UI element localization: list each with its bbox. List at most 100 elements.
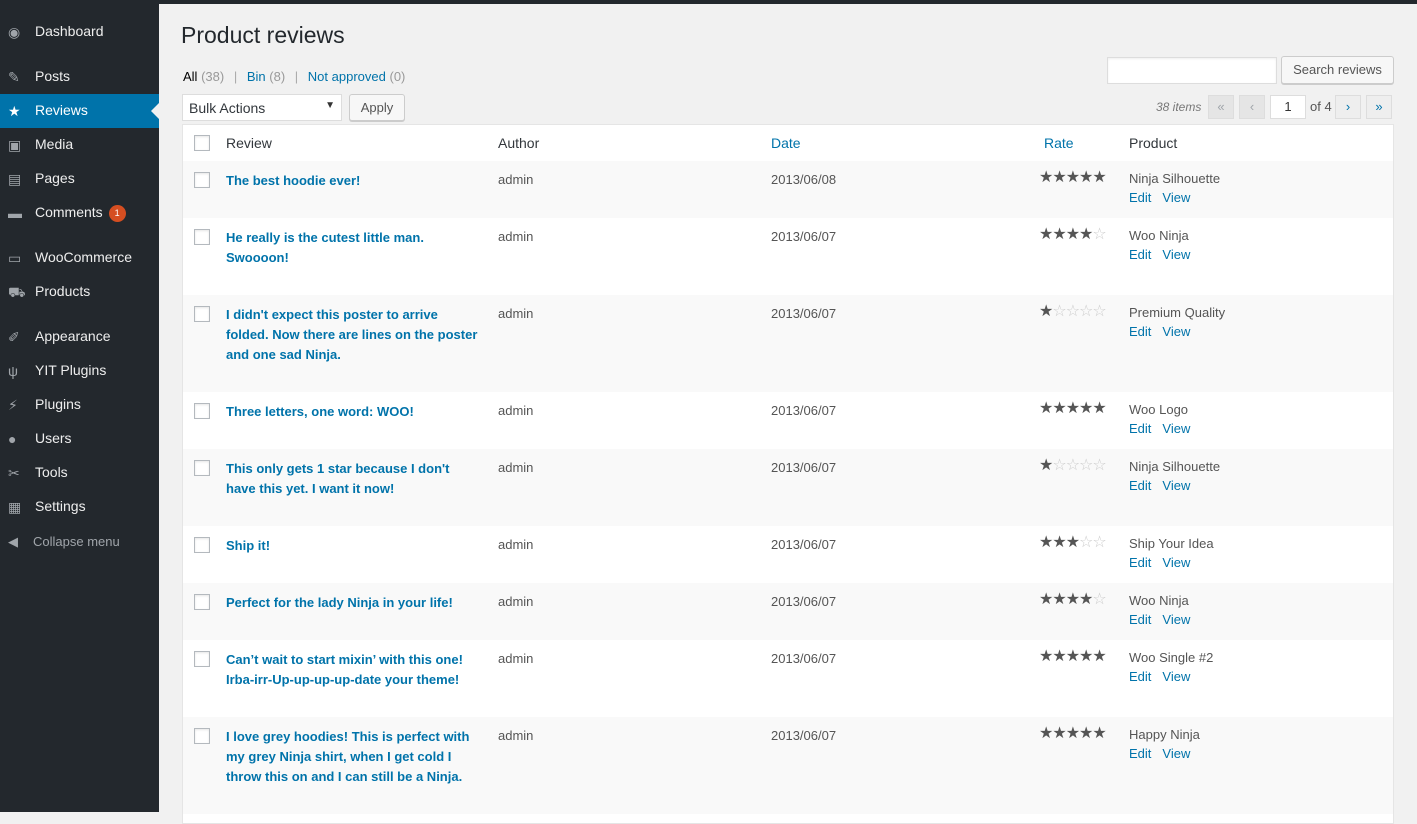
row-checkbox[interactable] [194,594,210,610]
edit-product-link[interactable]: Edit [1129,421,1151,436]
next-page-button[interactable]: › [1335,95,1361,119]
table-header: Review Author Date Rate Product [183,125,1393,162]
view-product-link[interactable]: View [1162,612,1190,627]
star-rating: ★★★★☆ [1039,224,1107,244]
sidebar-item-tools[interactable]: ✂ Tools [0,456,159,490]
star-filled-icon: ★ [1065,725,1080,742]
review-title-link[interactable]: Three letters, one word: WOO! [226,402,478,422]
view-product-link[interactable]: View [1162,478,1190,493]
sidebar-item-appearance[interactable]: ✐ Appearance [0,320,159,354]
view-product-link[interactable]: View [1162,669,1190,684]
review-title-link[interactable]: Perfect for the lady Ninja in your life! [226,593,478,613]
review-title-link[interactable]: He really is the cutest little man. Swoo… [226,228,478,268]
review-title-link[interactable]: Ship it! [226,536,478,556]
sidebar-item-yit-plugins[interactable]: ψ YIT Plugins [0,354,159,388]
collapse-menu-button[interactable]: ◀ Collapse menu [0,525,159,559]
star-filled-icon: ★ [1065,534,1080,551]
filter-not-approved-link[interactable]: Not approved [308,69,386,84]
review-author: admin [498,537,534,552]
view-product-link[interactable]: View [1162,324,1190,339]
review-author: admin [498,229,534,244]
sidebar-item-woocommerce[interactable]: ▭ WooCommerce [0,241,159,275]
view-product-link[interactable]: View [1162,555,1190,570]
sidebar-item-label: Dashboard [35,23,104,39]
row-checkbox[interactable] [194,651,210,667]
view-product-link[interactable]: View [1162,190,1190,205]
edit-product-link[interactable]: Edit [1129,612,1151,627]
edit-product-link[interactable]: Edit [1129,190,1151,205]
edit-product-link[interactable]: Edit [1129,324,1151,339]
sidebar-item-products[interactable]: ⛟ Products [0,275,159,309]
sidebar-item-comments[interactable]: ▬ Comments 1 [0,196,159,230]
review-date: 2013/06/07 [771,229,837,244]
current-page-input[interactable]: 1 [1270,95,1306,119]
star-rating: ★★★★★ [1039,646,1107,666]
star-filled-icon: ★ [1079,400,1093,417]
review-title-link[interactable]: I didn't expect this poster to arrive fo… [226,305,478,365]
sidebar-item-users[interactable]: ● Users [0,422,159,456]
search-reviews-button[interactable]: Search reviews [1281,56,1394,84]
sidebar-item-media[interactable]: ▣ Media [0,128,159,162]
sidebar-item-posts[interactable]: ✎ Posts [0,60,159,94]
plug-icon: ⚡ [8,397,18,413]
edit-product-link[interactable]: Edit [1129,555,1151,570]
star-rating: ★☆☆☆☆ [1039,301,1107,321]
row-checkbox[interactable] [194,172,210,188]
sidebar-item-reviews[interactable]: ★ Reviews [0,94,159,128]
row-checkbox[interactable] [194,306,210,322]
view-product-link[interactable]: View [1162,421,1190,436]
search-reviews-input[interactable] [1107,57,1277,84]
filter-all-link[interactable]: All [183,69,197,84]
sidebar-item-pages[interactable]: ▤ Pages [0,162,159,196]
row-checkbox[interactable] [194,728,210,744]
review-title-link[interactable]: Can’t wait to start mixin’ with this one… [226,650,478,690]
row-checkbox[interactable] [194,403,210,419]
view-product-link[interactable]: View [1162,247,1190,262]
dashboard-icon: ◉ [8,24,21,40]
review-title-link[interactable]: This only gets 1 star because I don't ha… [226,459,478,499]
sidebar-item-dashboard[interactable]: ◉ Dashboard [0,15,159,49]
sidebar-item-settings[interactable]: ▦ Settings [0,490,159,524]
review-date: 2013/06/08 [771,172,837,187]
review-author: admin [498,172,534,187]
edit-product-link[interactable]: Edit [1129,669,1151,684]
comments-count-badge: 1 [108,205,126,222]
star-filled-icon: ★ [1065,648,1080,665]
row-checkbox[interactable] [194,229,210,245]
star-empty-icon: ☆ [1092,591,1106,608]
last-page-button[interactable]: » [1366,95,1392,119]
first-page-button[interactable]: « [1208,95,1234,119]
view-product-link[interactable]: View [1162,746,1190,761]
row-checkbox[interactable] [194,460,210,476]
edit-product-link[interactable]: Edit [1129,746,1151,761]
yit-plugin-icon: ψ [8,363,18,379]
column-header-rate[interactable]: Rate [1044,135,1074,151]
sidebar-item-label: Pages [35,170,75,186]
select-all-checkbox[interactable] [194,135,210,151]
star-filled-icon: ★ [1052,169,1066,186]
row-actions: Edit View [1129,746,1201,761]
review-title-link[interactable]: The best hoodie ever! [226,171,478,191]
star-empty-icon: ☆ [1065,303,1080,320]
prev-page-button[interactable]: ‹ [1239,95,1265,119]
star-icon: ★ [8,103,21,119]
row-checkbox[interactable] [194,537,210,553]
filter-bin-link[interactable]: Bin [247,69,266,84]
review-title-link[interactable]: I love grey hoodies! This is perfect wit… [226,727,478,787]
star-filled-icon: ★ [1092,400,1106,417]
bulk-actions-select[interactable]: Bulk Actions ▼ [182,94,342,121]
pages-icon: ▤ [8,171,22,187]
apply-button[interactable]: Apply [349,94,405,121]
star-filled-icon: ★ [1079,169,1093,186]
star-filled-icon: ★ [1079,725,1093,742]
column-header-author: Author [498,135,540,151]
star-rating: ★★★★★ [1039,167,1107,187]
sidebar-item-plugins[interactable]: ⚡ Plugins [0,388,159,422]
edit-product-link[interactable]: Edit [1129,478,1151,493]
column-header-date[interactable]: Date [771,135,801,151]
star-rating: ★★★☆☆ [1039,532,1107,552]
sidebar-item-label: WooCommerce [35,249,132,265]
bulk-actions-value: Bulk Actions [189,100,266,116]
star-empty-icon: ☆ [1092,303,1106,320]
edit-product-link[interactable]: Edit [1129,247,1151,262]
